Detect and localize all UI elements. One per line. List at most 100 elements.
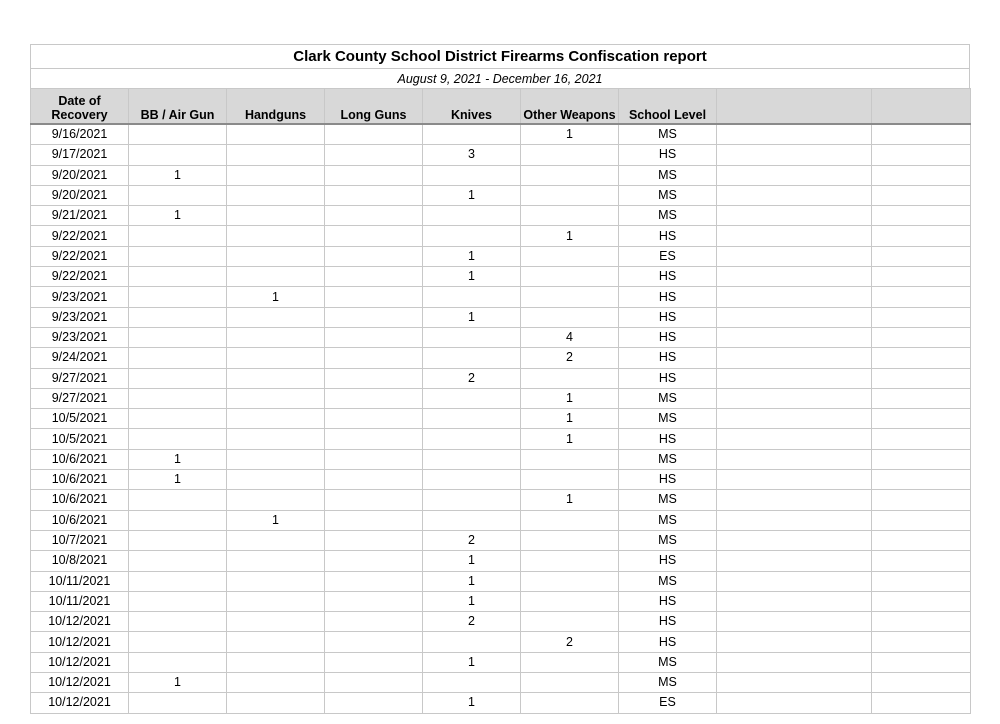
empty-cell [716,286,872,308]
report-sheet: Clark County School District Firearms Co… [30,44,971,714]
handguns-cell [226,692,325,714]
empty-cell [871,347,971,369]
table-row: 10/12/2021 2 HS [30,631,971,653]
table-body: 9/16/2021 1 MS 9/17/2021 3 HS 9/20/2021 1 MS 9/20… [30,123,971,714]
date-cell: 9/27/2021 [30,367,129,389]
report-date-range: August 9, 2021 - December 16, 2021 [30,68,970,88]
table-row: 9/20/2021 1 MS [30,184,971,207]
empty-cell [716,306,872,328]
long-guns-cell [324,306,423,328]
empty-cell [716,266,872,288]
table-row: 10/5/2021 1 MS [30,408,971,430]
empty-cell [871,205,971,227]
date-cell: 10/12/2021 [30,692,129,714]
date-cell: 9/23/2021 [30,306,129,328]
long-guns-cell [324,529,423,552]
bb-air-gun-cell: 1 [128,448,227,471]
knives-cell: 2 [422,529,521,552]
knives-cell [422,387,521,410]
table-row: 10/12/2021 2 HS [30,611,971,633]
knives-cell [422,326,521,349]
school-level-cell: HS [618,611,717,633]
col-header-knives: Knives [422,88,521,125]
knives-cell: 1 [422,306,521,328]
school-level-cell: ES [618,245,717,268]
col-header-empty-2 [871,88,971,125]
bb-air-gun-cell [128,367,227,389]
empty-cell [716,428,872,450]
col-header-date-of-recovery: Date of Recovery [30,88,129,125]
other-weapons-cell [520,367,619,389]
knives-cell [422,448,521,471]
confiscation-table: Date of Recovery BB / Air Gun Handguns L… [30,88,971,714]
bb-air-gun-cell [128,611,227,633]
empty-cell [871,245,971,268]
empty-cell [716,144,872,166]
knives-cell [422,205,521,227]
empty-cell [871,631,971,653]
handguns-cell [226,529,325,552]
col-header-bb-air-gun: BB / Air Gun [128,88,227,125]
knives-cell: 3 [422,144,521,166]
school-level-cell: HS [618,367,717,389]
bb-air-gun-cell [128,570,227,592]
knives-cell: 1 [422,550,521,572]
handguns-cell [226,205,325,227]
long-guns-cell [324,651,423,674]
empty-cell [716,448,872,471]
long-guns-cell [324,550,423,572]
date-cell: 9/22/2021 [30,245,129,268]
knives-cell: 1 [422,266,521,288]
school-level-cell: HS [618,266,717,288]
other-weapons-cell: 1 [520,408,619,430]
handguns-cell [226,550,325,572]
school-level-cell: HS [618,144,717,166]
handguns-cell [226,672,325,694]
handguns-cell [226,570,325,592]
school-level-cell: HS [618,590,717,613]
empty-cell [871,611,971,633]
school-level-cell: MS [618,570,717,592]
long-guns-cell [324,347,423,369]
empty-cell [716,590,872,613]
table-row: 9/21/2021 1 MS [30,205,971,227]
school-level-cell: HS [618,469,717,491]
empty-cell [871,286,971,308]
school-level-cell: ES [618,692,717,714]
long-guns-cell [324,631,423,653]
other-weapons-cell: 1 [520,428,619,450]
bb-air-gun-cell [128,489,227,511]
other-weapons-cell: 1 [520,225,619,247]
date-cell: 10/12/2021 [30,611,129,633]
empty-cell [716,631,872,653]
handguns-cell [226,631,325,653]
school-level-cell: MS [618,205,717,227]
bb-air-gun-cell [128,286,227,308]
table-row: 10/6/2021 1 MS [30,489,971,511]
empty-cell [871,448,971,471]
table-row: 9/27/2021 1 MS [30,387,971,410]
other-weapons-cell [520,509,619,531]
col-header-other-weapons: Other Weapons [520,88,619,125]
table-row: 10/6/2021 1 HS [30,469,971,491]
table-row: 9/24/2021 2 HS [30,347,971,369]
long-guns-cell [324,692,423,714]
date-cell: 10/5/2021 [30,408,129,430]
empty-cell [871,144,971,166]
table-row: 9/20/2021 1 MS [30,164,971,186]
handguns-cell: 1 [226,286,325,308]
empty-cell [716,570,872,592]
other-weapons-cell [520,184,619,207]
bb-air-gun-cell [128,144,227,166]
table-row: 10/11/2021 1 HS [30,590,971,613]
bb-air-gun-cell [128,245,227,268]
date-cell: 10/12/2021 [30,631,129,653]
school-level-cell: MS [618,164,717,186]
header-row: Date of Recovery BB / Air Gun Handguns L… [30,88,971,125]
empty-cell [716,469,872,491]
empty-cell [716,611,872,633]
table-row: 9/23/2021 1 HS [30,286,971,308]
school-level-cell: HS [618,326,717,349]
table-row: 10/11/2021 1 MS [30,570,971,592]
empty-cell [716,408,872,430]
